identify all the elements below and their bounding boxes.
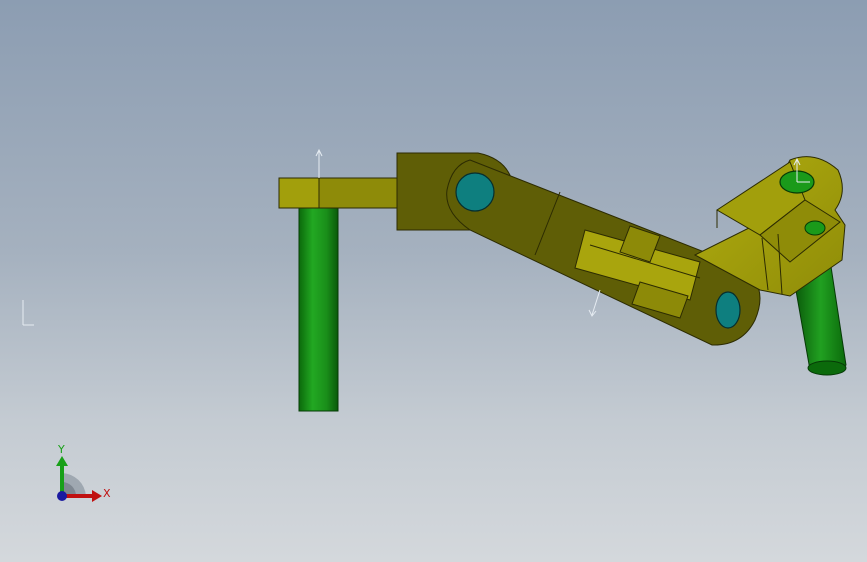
- triad-graphic: [56, 456, 102, 502]
- reference-origin-marker-center: [588, 289, 601, 317]
- z-axis-dot: [57, 491, 67, 501]
- y-axis-label: Y: [58, 443, 65, 456]
- yoke-pin-hole-lower[interactable]: [804, 220, 826, 236]
- left-shaft[interactable]: [298, 199, 339, 412]
- orientation-triad[interactable]: Y X: [40, 438, 120, 518]
- right-pin-hole[interactable]: [715, 291, 741, 329]
- left-pin-hole[interactable]: [455, 172, 495, 212]
- reference-origin-marker-left: [315, 148, 323, 178]
- reference-axis-marker-far-left: [22, 300, 34, 326]
- graphics-viewport[interactable]: Y X: [0, 0, 867, 562]
- left-crank-arm[interactable]: [278, 177, 401, 209]
- linkage-assembly-model[interactable]: [0, 0, 867, 562]
- x-axis-label: X: [103, 487, 111, 500]
